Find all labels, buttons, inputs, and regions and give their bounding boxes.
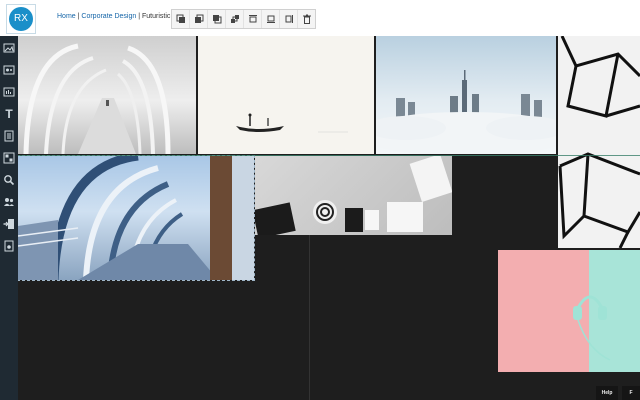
top-bar: RX Home | Corporate Design | Futuristic (0, 0, 640, 36)
sidebar-item-document[interactable] (2, 129, 16, 143)
breadcrumb-current: Futuristic (142, 13, 171, 20)
second-footer-button[interactable]: F (622, 386, 640, 400)
image-tile-desk-flatlay[interactable] (255, 156, 452, 235)
bring-forward-icon (194, 14, 203, 23)
sidebar-item-image[interactable] (2, 41, 16, 55)
boat-image (236, 113, 348, 133)
image-tile-cube-frame[interactable] (558, 36, 640, 248)
send-to-back-button[interactable] (226, 10, 244, 28)
bring-to-front-button[interactable] (172, 10, 190, 28)
import-icon (3, 219, 14, 229)
align-right-button[interactable] (280, 10, 298, 28)
arrange-toolbar (171, 9, 316, 29)
send-to-back-icon (230, 15, 239, 23)
align-top-button[interactable] (244, 10, 262, 28)
sidebar-item-export[interactable] (2, 239, 16, 253)
image-tile-boat[interactable] (198, 36, 374, 154)
sidebar-item-search[interactable] (2, 173, 16, 187)
sidebar-item-audio[interactable] (2, 85, 16, 99)
breadcrumb-corporate-design[interactable]: Corporate Design (81, 13, 136, 20)
trash-icon (302, 14, 311, 24)
headphones-image (573, 295, 611, 361)
cube-frame-image (558, 36, 640, 248)
sidebar-item-text[interactable]: T (2, 107, 16, 121)
align-top-icon (248, 15, 257, 23)
export-icon (4, 240, 14, 252)
align-bottom-icon (266, 15, 275, 23)
layout-tool-icon (3, 152, 15, 164)
sidebar-item-video[interactable] (2, 63, 16, 77)
image-tile-blue-tunnel[interactable] (18, 155, 255, 281)
send-backward-button[interactable] (208, 10, 226, 28)
white-corridor-image (23, 43, 171, 154)
tool-sidebar: T (0, 36, 18, 400)
design-canvas[interactable] (18, 36, 640, 400)
users-icon (4, 198, 14, 206)
sidebar-item-users[interactable] (2, 195, 16, 209)
audio-tool-icon (3, 87, 15, 97)
image-tile-headphones[interactable] (498, 250, 640, 372)
image-tool-icon (3, 43, 15, 53)
alignment-guide-horizontal (18, 155, 640, 156)
help-button[interactable]: Help (596, 386, 618, 400)
search-icon (4, 175, 15, 186)
document-tool-icon (4, 130, 14, 142)
breadcrumb: Home | Corporate Design | Futuristic (57, 13, 170, 20)
send-backward-icon (212, 15, 221, 24)
align-right-icon (285, 15, 293, 23)
cloud-city-image (376, 70, 556, 154)
blue-tunnel-image (18, 156, 254, 280)
logo-badge: RX (9, 7, 33, 31)
image-tile-cloud-city[interactable] (376, 36, 556, 154)
breadcrumb-home[interactable]: Home (57, 13, 76, 20)
sidebar-item-layout[interactable] (2, 151, 16, 165)
video-tool-icon (3, 65, 15, 75)
logo[interactable]: RX (6, 4, 36, 34)
bring-to-front-icon (176, 14, 185, 23)
desk-flatlay-image (255, 156, 452, 235)
image-tile-white-corridor[interactable] (18, 36, 196, 154)
delete-button[interactable] (298, 10, 315, 28)
alignment-guide-vertical (309, 235, 310, 400)
text-tool-icon: T (5, 107, 13, 121)
bring-forward-button[interactable] (190, 10, 208, 28)
align-bottom-button[interactable] (262, 10, 280, 28)
sidebar-item-import[interactable] (2, 217, 16, 231)
